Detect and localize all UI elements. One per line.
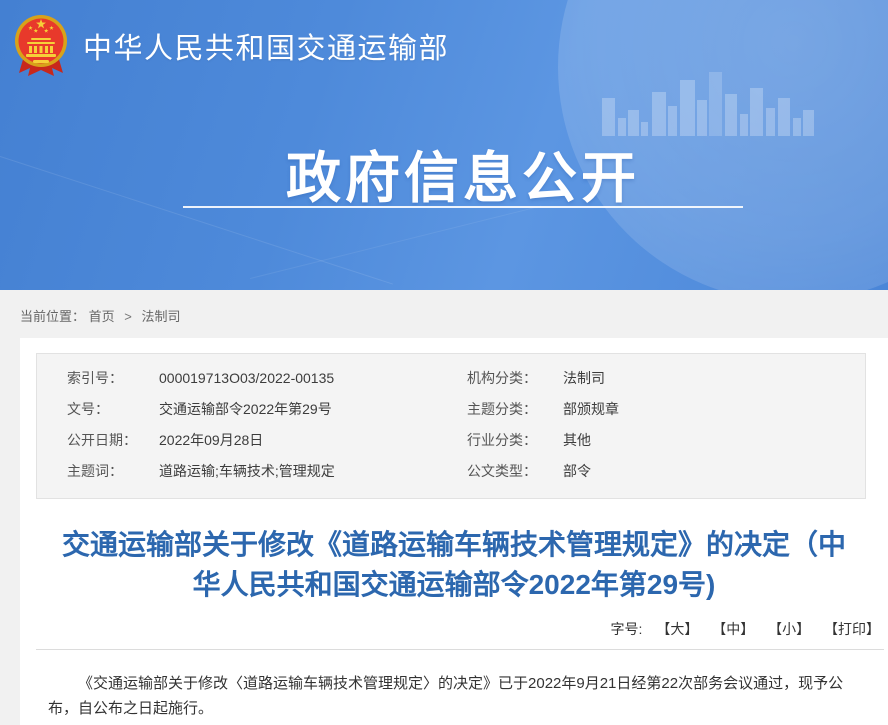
meta-topic-category: 主题分类： 部颁规章 (467, 394, 865, 425)
page-title: 交通运输部关于修改《道路运输车辆技术管理规定》的决定（中华人民共和国交通运输部令… (20, 525, 888, 605)
meta-doc-type: 公文类型： 部令 (467, 456, 865, 487)
content-card: 索引号： 000019713O03/2022-00135 机构分类： 法制司 文… (20, 338, 888, 725)
banner-title: 政府信息公开 (0, 133, 888, 213)
meta-industry-category: 行业分类： 其他 (467, 425, 865, 456)
site-topbar: 中华人民共和国交通运输部 (12, 14, 449, 78)
font-medium-button[interactable]: 【中】 (712, 621, 754, 637)
title-divider (36, 649, 884, 650)
font-size-label: 字号: (611, 621, 643, 637)
table-row: 索引号： 000019713O03/2022-00135 机构分类： 法制司 (67, 363, 865, 394)
document-metadata-table: 索引号： 000019713O03/2022-00135 机构分类： 法制司 文… (36, 353, 866, 499)
page-header: 中华人民共和国交通运输部 政府信息公开 (0, 0, 888, 290)
breadcrumb-link-home[interactable]: 首页 (89, 309, 115, 324)
banner-underline (183, 206, 743, 208)
national-emblem-icon (12, 14, 70, 78)
header-decor-line (250, 205, 570, 290)
site-title: 中华人民共和国交通运输部 (83, 25, 449, 67)
font-small-button[interactable]: 【小】 (768, 621, 810, 637)
font-large-button[interactable]: 【大】 (656, 621, 698, 637)
meta-keywords: 主题词： 道路运输;车辆技术;管理规定 (67, 456, 467, 487)
meta-publish-date: 公开日期： 2022年09月28日 (67, 425, 467, 456)
city-skyline-decoration (600, 70, 820, 136)
breadcrumb-separator: > (124, 309, 132, 324)
meta-org-category: 机构分类： 法制司 (467, 363, 865, 394)
meta-index-number: 索引号： 000019713O03/2022-00135 (67, 363, 467, 394)
meta-doc-number: 文号： 交通运输部令2022年第29号 (67, 394, 467, 425)
table-row: 主题词： 道路运输;车辆技术;管理规定 公文类型： 部令 (67, 456, 865, 487)
breadcrumb-link-department[interactable]: 法制司 (142, 309, 181, 324)
table-row: 公开日期： 2022年09月28日 行业分类： 其他 (67, 425, 865, 456)
document-body-text: 《交通运输部关于修改〈道路运输车辆技术管理规定〉的决定》已于2022年9月21日… (48, 672, 860, 722)
font-size-controls: 字号: 【大】 【中】 【小】 【打印】 (20, 619, 888, 639)
table-row: 文号： 交通运输部令2022年第29号 主题分类： 部颁规章 (67, 394, 865, 425)
print-button[interactable]: 【打印】 (824, 621, 880, 637)
breadcrumb-label: 当前位置： (20, 309, 85, 324)
breadcrumb: 当前位置： 首页 > 法制司 (0, 290, 888, 338)
